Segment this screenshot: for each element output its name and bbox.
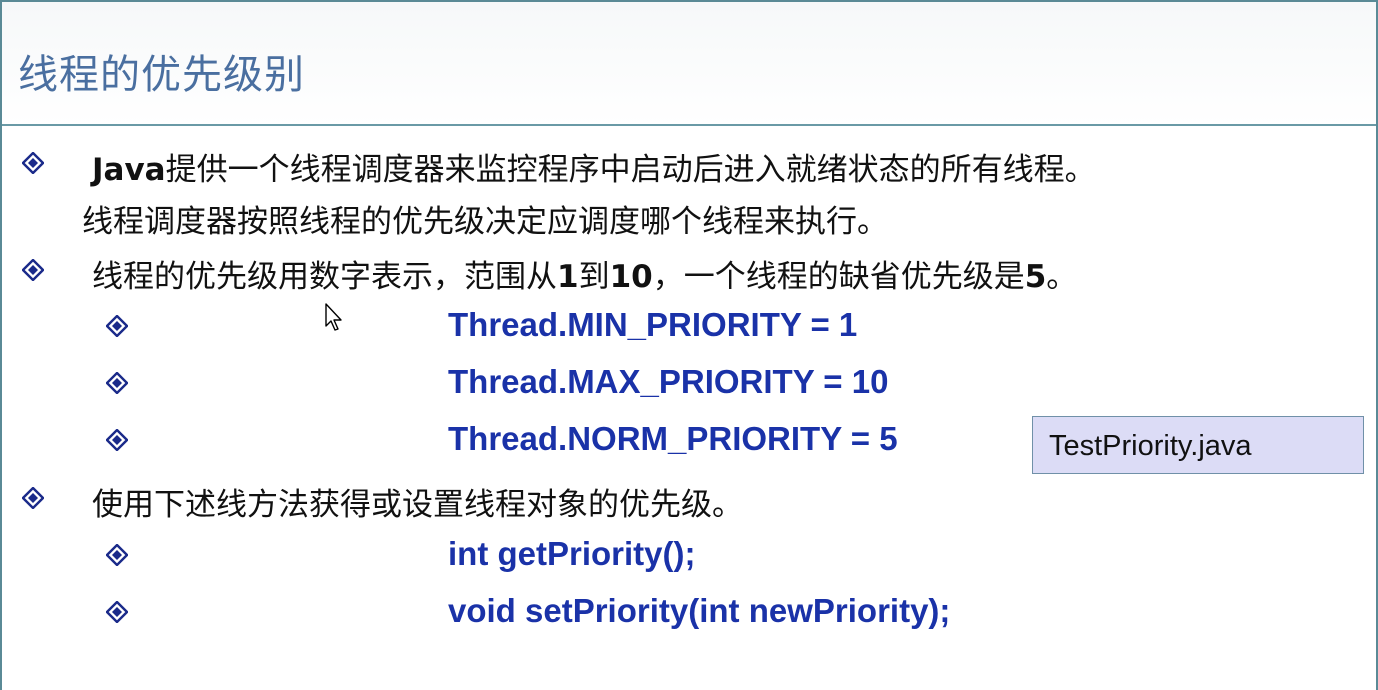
- diamond-bullet-icon: [22, 152, 44, 174]
- slide-title: 线程的优先级别: [18, 52, 305, 98]
- bullet-2-seg-3: ，一个线程的缺省优先级是: [652, 259, 1025, 295]
- mouse-pointer-icon: [325, 303, 342, 331]
- constant-max-priority: Thread.MAX_PRIORITY = 10: [448, 363, 889, 400]
- slide: 线程的优先级别 Java提供一个线程调度器来监控程序中启动后进入就绪状态的所有线…: [0, 0, 1378, 690]
- diamond-bullet-icon: [106, 544, 128, 566]
- java-word: Java: [92, 152, 166, 188]
- bullet-1-line-1-text: 提供一个线程调度器来监控程序中启动后进入就绪状态的所有线程。: [165, 152, 1096, 188]
- constant-norm-priority: Thread.NORM_PRIORITY = 5: [448, 420, 898, 457]
- diamond-bullet-icon: [106, 601, 128, 623]
- diamond-bullet-icon: [106, 429, 128, 451]
- file-label-box[interactable]: TestPriority.java: [1032, 416, 1364, 474]
- range-min: 1: [557, 259, 579, 295]
- bullet-2: 线程的优先级用数字表示，范围从1到10，一个线程的缺省优先级是5。: [92, 251, 1077, 296]
- method-set-priority: void setPriority(int newPriority);: [448, 592, 951, 629]
- title-bar: 线程的优先级别: [2, 2, 1376, 126]
- constant-min-priority: Thread.MIN_PRIORITY = 1: [448, 306, 858, 343]
- bullet-1-line-1: Java提供一个线程调度器来监控程序中启动后进入就绪状态的所有线程。: [92, 144, 1096, 189]
- diamond-bullet-icon: [22, 259, 44, 281]
- bullet-2-seg-1: 线程的优先级用数字表示，范围从: [92, 259, 557, 295]
- bullet-1-line-2: 线程调度器按照线程的优先级决定应调度哪个线程来执行。: [82, 204, 888, 240]
- diamond-bullet-icon: [106, 372, 128, 394]
- bullet-2-seg-4: 。: [1046, 259, 1078, 295]
- range-max: 10: [609, 259, 653, 295]
- diamond-bullet-icon: [22, 487, 44, 509]
- bullet-3: 使用下述线方法获得或设置线程对象的优先级。: [92, 487, 743, 523]
- default-priority: 5: [1024, 259, 1047, 295]
- diamond-bullet-icon: [106, 315, 128, 337]
- bullet-2-seg-2: 到: [578, 259, 610, 295]
- method-get-priority: int getPriority();: [448, 535, 696, 572]
